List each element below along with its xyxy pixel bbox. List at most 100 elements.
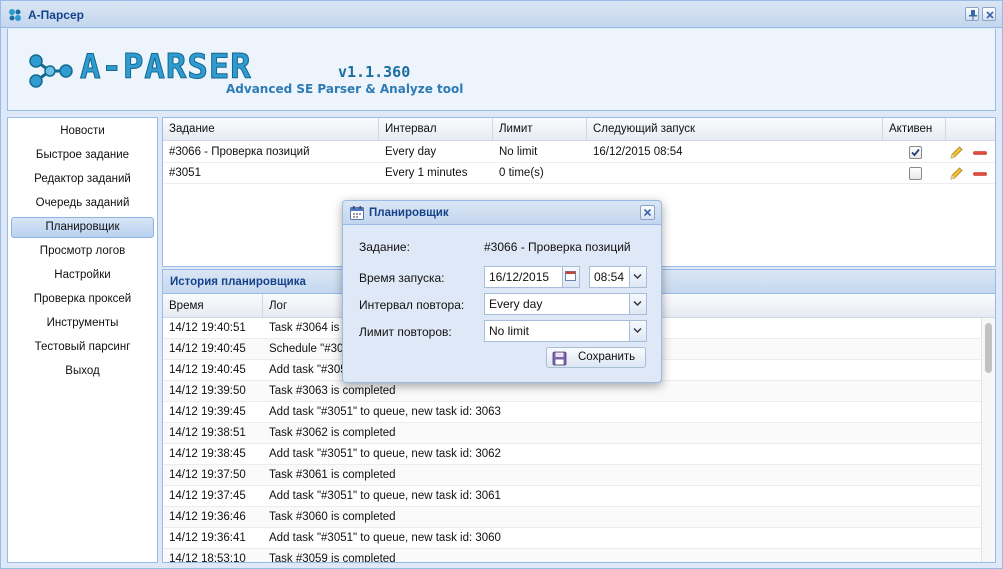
delete-icon[interactable] xyxy=(972,145,988,161)
header-banner: A-PARSER v1.1.360 Advanced SE Parser & A… xyxy=(7,29,996,111)
table-row[interactable]: #3066 - Проверка позиций Every day No li… xyxy=(163,142,995,163)
task-next-run xyxy=(587,163,593,184)
calendar-icon xyxy=(350,206,364,220)
active-checkbox[interactable] xyxy=(909,146,922,159)
table-row: 14/12 19:37:45 Add task "#3051" to queue,… xyxy=(163,486,981,507)
task-value: #3066 - Проверка позиций xyxy=(484,240,631,254)
limit-label: Лимит повторов: xyxy=(359,325,452,339)
log-message: Task #3062 is completed xyxy=(269,427,396,439)
start-time-label: Время запуска: xyxy=(359,271,445,285)
sidebar-item-test-parsing[interactable]: Тестовый парсинг xyxy=(11,337,154,358)
table-row: 14/12 19:38:51 Task #3062 is completed xyxy=(163,423,981,444)
log-message: Task #3063 is completed xyxy=(269,385,396,397)
table-row: 14/12 18:53:10 Task #3059 is completed xyxy=(163,549,981,563)
task-interval: Every day xyxy=(385,146,437,158)
log-message: Task #3059 is completed xyxy=(269,553,396,563)
sidebar-item-logout[interactable]: Выход xyxy=(11,361,154,382)
log-time: 14/12 19:39:45 xyxy=(169,406,246,418)
log-time: 14/12 18:53:10 xyxy=(169,553,246,563)
close-icon xyxy=(643,208,652,217)
dialog-title-bar[interactable]: Планировщик xyxy=(343,201,661,225)
column-header-time[interactable]: Время xyxy=(163,294,263,318)
table-row: 14/12 19:38:45 Add task "#3051" to queue,… xyxy=(163,444,981,465)
sidebar-item-settings[interactable]: Настройки xyxy=(11,265,154,286)
sidebar-item-scheduler[interactable]: Планировщик xyxy=(11,217,154,238)
chevron-down-icon xyxy=(633,327,642,334)
column-header-task[interactable]: Задание xyxy=(163,118,379,141)
sidebar-item-view-logs[interactable]: Просмотр логов xyxy=(11,241,154,262)
sidebar-item-task-editor[interactable]: Редактор заданий xyxy=(11,169,154,190)
date-picker-trigger[interactable] xyxy=(562,267,579,287)
log-time: 14/12 19:37:50 xyxy=(169,469,246,481)
interval-select[interactable]: Every day xyxy=(484,293,647,315)
log-time: 14/12 19:40:45 xyxy=(169,364,246,376)
scrollbar-thumb[interactable] xyxy=(985,323,992,373)
log-message: Task #3060 is completed xyxy=(269,511,396,523)
column-header-limit[interactable]: Лимит xyxy=(493,118,587,141)
history-scrollbar[interactable] xyxy=(981,318,995,562)
title-bar: А-Парсер xyxy=(1,1,1002,28)
task-label: Задание: xyxy=(359,240,410,254)
sidebar-item-tools[interactable]: Инструменты xyxy=(11,313,154,334)
dialog-close-button[interactable] xyxy=(640,205,655,220)
pin-icon xyxy=(969,10,977,20)
log-time: 14/12 19:38:45 xyxy=(169,448,246,460)
delete-icon[interactable] xyxy=(972,166,988,182)
task-name: #3066 - Проверка позиций xyxy=(169,146,310,158)
limit-select[interactable]: No limit xyxy=(484,320,647,342)
log-message: Task #3061 is completed xyxy=(269,469,396,481)
time-dropdown-trigger[interactable] xyxy=(629,267,646,287)
limit-value: No limit xyxy=(489,324,530,338)
column-header-actions xyxy=(946,118,995,141)
limit-dropdown-trigger[interactable] xyxy=(629,321,646,341)
table-row: 14/12 19:39:45 Add task "#3051" to queue,… xyxy=(163,402,981,423)
interval-dropdown-trigger[interactable] xyxy=(629,294,646,314)
log-message: Add task "#3051" to queue, new task id: … xyxy=(269,448,501,460)
log-time: 14/12 19:37:45 xyxy=(169,490,246,502)
edit-pencil-icon[interactable] xyxy=(948,145,964,161)
calendar-picker-icon xyxy=(565,271,576,281)
floppy-disk-icon xyxy=(552,351,567,366)
app-version: v1.1.360 xyxy=(338,63,411,81)
log-time: 14/12 19:38:51 xyxy=(169,427,246,439)
dialog-body: Задание: #3066 - Проверка позиций Время … xyxy=(348,227,656,378)
logo-wordmark: A-PARSER xyxy=(80,47,252,88)
sidebar-item-task-queue[interactable]: Очередь заданий xyxy=(11,193,154,214)
app-logo-icon xyxy=(9,9,21,21)
sidebar-item-proxy-check[interactable]: Проверка проксей xyxy=(11,289,154,310)
sidebar-item-quick-task[interactable]: Быстрое задание xyxy=(11,145,154,166)
task-next-run: 16/12/2015 08:54 xyxy=(593,146,683,158)
chevron-down-icon xyxy=(633,300,642,307)
save-button-label: Сохранить xyxy=(578,351,636,363)
table-row[interactable]: #3051 Every 1 minutes 0 time(s) xyxy=(163,163,995,184)
log-time: 14/12 19:40:45 xyxy=(169,343,246,355)
sidebar-item-news[interactable]: Новости xyxy=(11,121,154,142)
start-time-field[interactable]: 08:54 xyxy=(589,266,647,288)
tasks-grid-header: Задание Интервал Лимит Следующий запуск … xyxy=(163,118,995,141)
save-button[interactable]: Сохранить xyxy=(546,347,646,368)
dialog-title: Планировщик xyxy=(369,207,449,219)
column-header-interval[interactable]: Интервал xyxy=(379,118,493,141)
start-date-value: 16/12/2015 xyxy=(489,270,550,284)
sidebar-nav: Новости Быстрое задание Редактор заданий… xyxy=(7,117,158,563)
close-icon xyxy=(986,11,994,19)
chevron-down-icon xyxy=(633,273,642,280)
task-limit: 0 time(s) xyxy=(499,167,544,179)
task-interval: Every 1 minutes xyxy=(385,167,468,179)
log-message: Add task "#3051" to queue, new task id: … xyxy=(269,406,501,418)
active-checkbox[interactable] xyxy=(909,167,922,180)
task-name: #3051 xyxy=(169,167,201,179)
column-header-active[interactable]: Активен xyxy=(883,118,946,141)
interval-label: Интервал повтора: xyxy=(359,298,465,312)
start-date-field[interactable]: 16/12/2015 xyxy=(484,266,580,288)
table-row: 14/12 19:36:41 Add task "#3051" to queue,… xyxy=(163,528,981,549)
log-time: 14/12 19:36:41 xyxy=(169,532,246,544)
interval-value: Every day xyxy=(489,297,543,311)
edit-pencil-icon[interactable] xyxy=(948,166,964,182)
column-header-next-run[interactable]: Следующий запуск xyxy=(587,118,883,141)
log-time: 14/12 19:39:50 xyxy=(169,385,246,397)
log-time: 14/12 19:40:51 xyxy=(169,322,246,334)
close-window-button[interactable] xyxy=(982,7,996,21)
checkmark-icon xyxy=(911,148,920,157)
pin-button[interactable] xyxy=(965,7,979,21)
